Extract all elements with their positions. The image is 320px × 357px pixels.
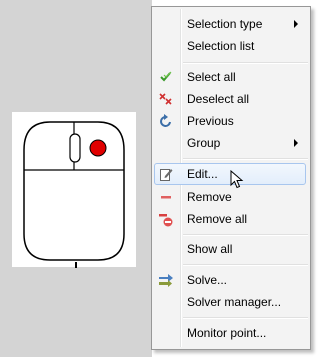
menu-item-solver-manager[interactable]: Solver manager... — [154, 291, 306, 313]
menu-item-previous[interactable]: Previous — [154, 110, 306, 132]
menu-item-group[interactable]: Group — [154, 132, 306, 154]
menu-item-selection-list[interactable]: Selection list — [154, 35, 306, 57]
green-check-icon — [158, 69, 174, 85]
menu-item-label: Previous — [187, 114, 234, 128]
menu-item-label: Solver manager... — [187, 295, 282, 309]
monitor-point-marker — [89, 139, 107, 157]
menu-item-label: Selection type — [187, 17, 263, 31]
menu-separator — [183, 234, 308, 236]
pencil-edit-icon — [158, 166, 174, 182]
menu-item-label: Solve... — [187, 273, 228, 287]
minus-icon — [158, 189, 174, 205]
mouse-model-preview[interactable] — [12, 112, 136, 267]
menu-item-show-all[interactable]: Show all — [154, 238, 306, 260]
mouse-drawing — [23, 121, 125, 261]
mouse-cable — [75, 262, 77, 268]
menu-item-deselect-all[interactable]: Deselect all — [154, 88, 306, 110]
menu-item-solve[interactable]: Solve... — [154, 269, 306, 291]
menu-item-label: Remove — [187, 190, 232, 204]
submenu-arrow-icon — [294, 20, 298, 28]
menu-separator — [183, 62, 308, 64]
menu-separator — [183, 264, 308, 266]
red-x-icon — [158, 91, 174, 107]
menu-item-label: Remove all — [187, 212, 248, 226]
menu-item-monitor-point[interactable]: Monitor point... — [154, 322, 306, 344]
mouse-pointer-icon — [230, 169, 244, 193]
menu-item-label: Select all — [187, 70, 236, 84]
menu-separator — [183, 317, 308, 319]
menu-item-label: Show all — [187, 242, 233, 256]
submenu-arrow-icon — [294, 139, 298, 147]
double-minus-icon — [158, 211, 174, 227]
menu-item-label: Edit... — [187, 167, 218, 181]
menu-separator — [183, 158, 308, 160]
menu-item-remove-all[interactable]: Remove all — [154, 208, 306, 230]
menu-item-label: Deselect all — [187, 92, 250, 106]
menu-item-selection-type[interactable]: Selection type — [154, 13, 306, 35]
undo-arrow-icon — [158, 113, 174, 129]
menu-item-label: Monitor point... — [187, 326, 267, 340]
menu-item-label: Group — [187, 136, 221, 150]
menu-item-select-all[interactable]: Select all — [154, 66, 306, 88]
solve-arrows-icon — [158, 272, 174, 288]
menu-item-label: Selection list — [187, 39, 255, 53]
